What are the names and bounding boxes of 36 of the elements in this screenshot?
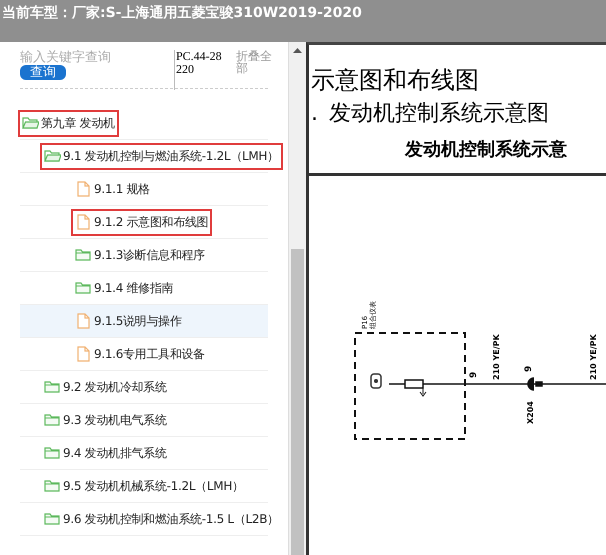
pin-number: 9 — [469, 372, 479, 378]
tree-item[interactable]: 9.1 发动机控制与燃油系统-1.2L（LMH） — [42, 144, 281, 168]
search-button[interactable]: 查询 — [20, 65, 66, 80]
connector-label: X204 — [526, 401, 535, 424]
connector-icon — [527, 377, 543, 391]
tree-item[interactable]: 9.1.5说明与操作 — [73, 310, 184, 332]
gauge-symbol — [370, 373, 382, 389]
diagram-title: 发动机控制系统示意 — [405, 138, 568, 162]
pin-number: 9 — [524, 366, 534, 372]
tree-item[interactable]: 9.2 发动机冷却系统 — [42, 376, 169, 398]
section-heading: 发动机控制系统示意图 — [329, 100, 549, 128]
tree-item[interactable]: 第九章 发动机 — [20, 112, 117, 134]
model-label: 当前车型： — [2, 5, 72, 21]
resistor-symbol — [404, 379, 426, 397]
document-icon — [75, 214, 92, 230]
wire-label: 210 YE/PK — [492, 334, 501, 380]
tree-item[interactable]: 9.3 发动机电气系统 — [42, 408, 169, 432]
page-heading: 示意图和布线图 — [311, 65, 480, 95]
model-value: 厂家:S-上海通用五菱宝骏310W2019-2020 — [72, 5, 362, 21]
document-icon — [75, 313, 92, 329]
tree-item[interactable]: 9.4 发动机排气系统 — [42, 442, 169, 464]
tree-item[interactable]: 9.5 发动机机械系统-1.2L（LMH） — [42, 474, 246, 498]
wire-label: 210 YE/PK — [589, 334, 598, 380]
tree-item[interactable]: 9.1.3诊断信息和程序 — [73, 244, 207, 266]
scrollbar[interactable] — [288, 42, 306, 555]
heading-number: . — [311, 101, 319, 126]
document-icon — [75, 346, 92, 362]
tree-item[interactable]: 9.1.2 示意图和布线图 — [73, 210, 210, 234]
tree-item[interactable]: 9.1.1 规格 — [73, 178, 152, 200]
tree-item[interactable]: 9.6 发动机控制和燃油系统-1.5 L（L2B） — [42, 508, 281, 530]
scroll-up-icon[interactable] — [293, 48, 302, 53]
tree-item[interactable]: 9.1.4 维修指南 — [73, 276, 176, 300]
tree-item[interactable]: 9.1.6专用工具和设备 — [73, 342, 207, 366]
scrollbar-thumb[interactable] — [291, 249, 304, 555]
document-code: PC.44-28220 — [174, 50, 224, 90]
document-icon — [75, 181, 92, 197]
